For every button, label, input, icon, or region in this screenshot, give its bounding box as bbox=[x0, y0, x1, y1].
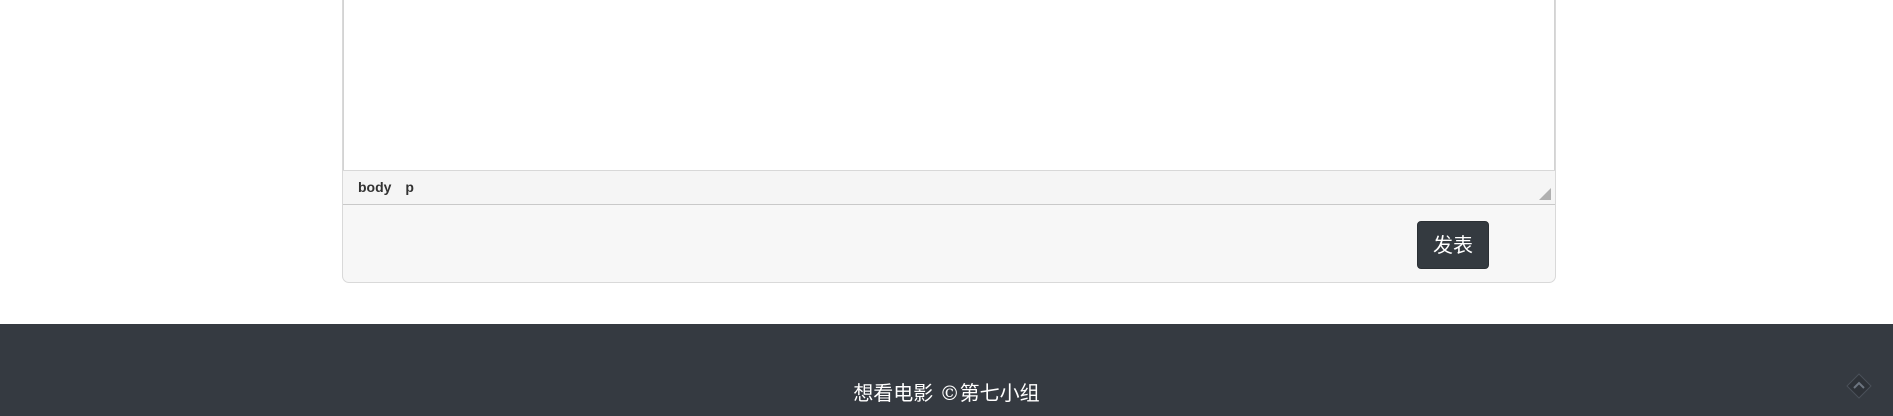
editor-statusbar: body p bbox=[343, 170, 1555, 205]
comment-editor-card: body p 发表 bbox=[342, 0, 1556, 283]
publish-button[interactable]: 发表 bbox=[1417, 221, 1489, 269]
element-path: body p bbox=[358, 179, 424, 195]
site-footer: 想看电影 ©第七小组 bbox=[0, 324, 1893, 416]
footer-copyright: 想看电影 ©第七小组 bbox=[853, 381, 1040, 405]
scroll-to-top-icon[interactable] bbox=[1845, 372, 1873, 400]
path-item-body[interactable]: body bbox=[358, 179, 391, 195]
path-item-p[interactable]: p bbox=[405, 179, 414, 195]
resize-grip-icon[interactable] bbox=[1539, 188, 1551, 200]
page: body p 发表 想看电影 ©第七小组 bbox=[0, 0, 1893, 416]
